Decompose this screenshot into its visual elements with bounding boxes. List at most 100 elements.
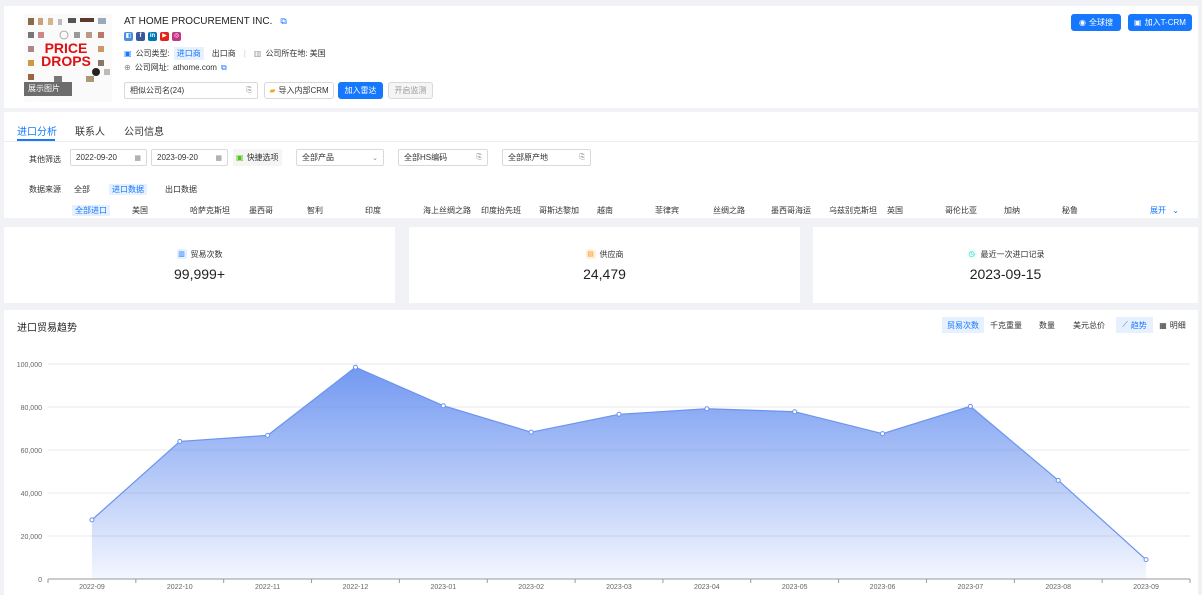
website-link[interactable]: athome.com: [173, 63, 217, 72]
expand-link[interactable]: 展开 ⌄: [1150, 205, 1179, 216]
data-point: [616, 411, 622, 417]
x-tick-label: 2022-10: [167, 584, 193, 591]
x-tick-label: 2022-11: [255, 584, 280, 591]
source-all[interactable]: 全部: [74, 184, 90, 195]
region-item[interactable]: 智利: [307, 205, 323, 216]
company-header-card: PRICE DROPS 展示图片(26) AT HOME PROCUREMENT…: [4, 6, 1198, 108]
region-item[interactable]: 乌兹别克斯坦: [829, 205, 877, 216]
y-tick-label: 100,000: [17, 362, 42, 369]
region-item[interactable]: 秘鲁: [1062, 205, 1078, 216]
region-item[interactable]: 菲律宾: [655, 205, 679, 216]
add-radar-label: 加入雷达: [344, 86, 377, 95]
tab-contacts[interactable]: 联系人: [75, 123, 105, 138]
date-end-picker[interactable]: 2023-09-20 ▦: [151, 149, 228, 166]
instagram-icon[interactable]: ◎: [172, 32, 181, 41]
x-tick-label: 2023-04: [694, 584, 720, 591]
region-item[interactable]: 印度抬先班: [481, 205, 521, 216]
y-tick-label: 20,000: [21, 534, 43, 541]
origin-select[interactable]: 全部原产地 ⎘: [502, 149, 591, 166]
region-item[interactable]: 墨西哥海运: [771, 205, 811, 216]
quick-options-icon: ▣: [236, 153, 244, 162]
region-item[interactable]: 越南: [597, 205, 613, 216]
view-tab-label: 明细: [1169, 320, 1186, 330]
tab-label: 进口分析: [17, 127, 57, 138]
region-item[interactable]: 美国: [132, 205, 148, 216]
company-logo-image[interactable]: PRICE DROPS 展示图片(26): [24, 14, 112, 102]
region-item[interactable]: 印度: [365, 205, 381, 216]
stat-value: 24,479: [583, 265, 626, 282]
quick-options-button[interactable]: ▣ 快捷选项: [233, 149, 282, 166]
company-name: AT HOME PROCUREMENT INC.: [124, 16, 273, 27]
region-item[interactable]: 哥斯达黎加: [539, 205, 579, 216]
series-area: [91, 367, 1147, 579]
data-source-label: 数据来源: [29, 185, 61, 194]
view-tab-detail[interactable]: ▦ 明细: [1154, 317, 1191, 333]
metric-tab-trades[interactable]: 贸易次数: [942, 317, 984, 333]
region-item[interactable]: 哈萨克斯坦: [190, 205, 230, 216]
data-point: [528, 429, 534, 435]
location-icon: ▥: [253, 49, 262, 58]
image-count-badge[interactable]: 展示图片(26): [24, 82, 72, 102]
similar-company-select[interactable]: 相似公司名(24) ⎘: [124, 82, 258, 99]
add-tcrm-button[interactable]: ▣ 加入T-CRM: [1128, 14, 1192, 31]
region-item[interactable]: 英国: [887, 205, 903, 216]
stat-label: 最近一次进口记录: [980, 249, 1045, 259]
source-export[interactable]: 出口数据: [165, 184, 197, 195]
x-tick-label: 2023-09: [1133, 584, 1159, 591]
stat-label: 供应商: [599, 249, 624, 259]
exporter-tag: 出口商: [211, 49, 236, 58]
stat-label-row: ▥ 贸易次数: [176, 249, 223, 260]
other-filters-label: 其他筛选: [29, 155, 61, 164]
chevron-down-icon: ⌄: [372, 154, 378, 162]
stat-label-row: ▤ 供应商: [585, 249, 624, 260]
region-item[interactable]: 墨西哥: [249, 205, 273, 216]
region-item[interactable]: 丝绸之路: [713, 205, 745, 216]
x-tick-label: 2023-02: [518, 584, 544, 591]
similar-company-text: 相似公司名(24): [130, 86, 185, 95]
x-tick-label: 2023-05: [782, 584, 808, 591]
company-type-label: 公司类型:: [135, 49, 170, 58]
facebook-icon[interactable]: f: [136, 32, 145, 41]
copy-icon: ⎘: [246, 86, 252, 94]
data-point: [704, 406, 710, 412]
global-search-label: 全球搜: [1088, 18, 1113, 27]
metric-tab-usd[interactable]: 美元总价: [1067, 317, 1111, 333]
stat-value: 99,999+: [174, 265, 225, 282]
linkedin-icon[interactable]: in: [148, 32, 157, 41]
metric-tab-quantity[interactable]: 数量: [1029, 317, 1065, 333]
global-search-button[interactable]: ◉ 全球搜: [1071, 14, 1121, 31]
data-point: [792, 409, 798, 415]
tab-company-info[interactable]: 公司信息: [124, 123, 164, 138]
website-icon[interactable]: ◧: [124, 32, 133, 41]
date-start-picker[interactable]: 2022-09-20 ▦: [70, 149, 147, 166]
import-crm-button[interactable]: ▰ 导入内部CRM: [264, 82, 334, 99]
metric-tab-label: 千克重量: [990, 320, 1022, 330]
hs-code-select[interactable]: 全部HS编码 ⎘: [398, 149, 488, 166]
tabs-divider: [4, 141, 1198, 142]
origin-value: 全部原产地: [508, 153, 548, 162]
metric-tab-label: 美元总价: [1073, 320, 1105, 330]
monitor-button[interactable]: 开启监测: [388, 82, 433, 99]
source-import[interactable]: 进口数据: [109, 184, 147, 195]
region-item[interactable]: 哥伦比亚: [945, 205, 977, 216]
add-radar-button[interactable]: 加入雷达: [338, 82, 383, 99]
tab-import-analysis[interactable]: 进口分析: [17, 123, 57, 138]
quick-options-label: 快捷选项: [246, 153, 279, 162]
copy-icon: ⎘: [579, 153, 585, 161]
x-tick-label: 2023-08: [1045, 584, 1071, 591]
stat-card-suppliers: ▤ 供应商 24,479: [409, 227, 800, 303]
product-select[interactable]: 全部产品 ⌄: [296, 149, 384, 166]
copy-icon[interactable]: ⧉: [280, 16, 286, 27]
copy-website-icon[interactable]: ⧉: [221, 63, 227, 73]
region-all-import[interactable]: 全部进口: [72, 205, 110, 216]
x-tick-label: 2023-03: [606, 584, 632, 591]
line-chart-icon: ⟋: [1122, 320, 1128, 329]
metric-tab-weight[interactable]: 千克重量: [985, 317, 1027, 333]
youtube-icon[interactable]: ▶: [160, 32, 169, 41]
tcrm-icon: ▣: [1134, 18, 1142, 27]
stat-label-row: ◷ 最近一次进口记录: [966, 249, 1045, 260]
region-item[interactable]: 海上丝绸之路: [423, 205, 471, 216]
view-tab-trend[interactable]: ⟋ 趋势: [1116, 317, 1153, 333]
region-item[interactable]: 加纳: [1004, 205, 1020, 216]
date-end-value: 2023-09-20: [157, 153, 198, 162]
